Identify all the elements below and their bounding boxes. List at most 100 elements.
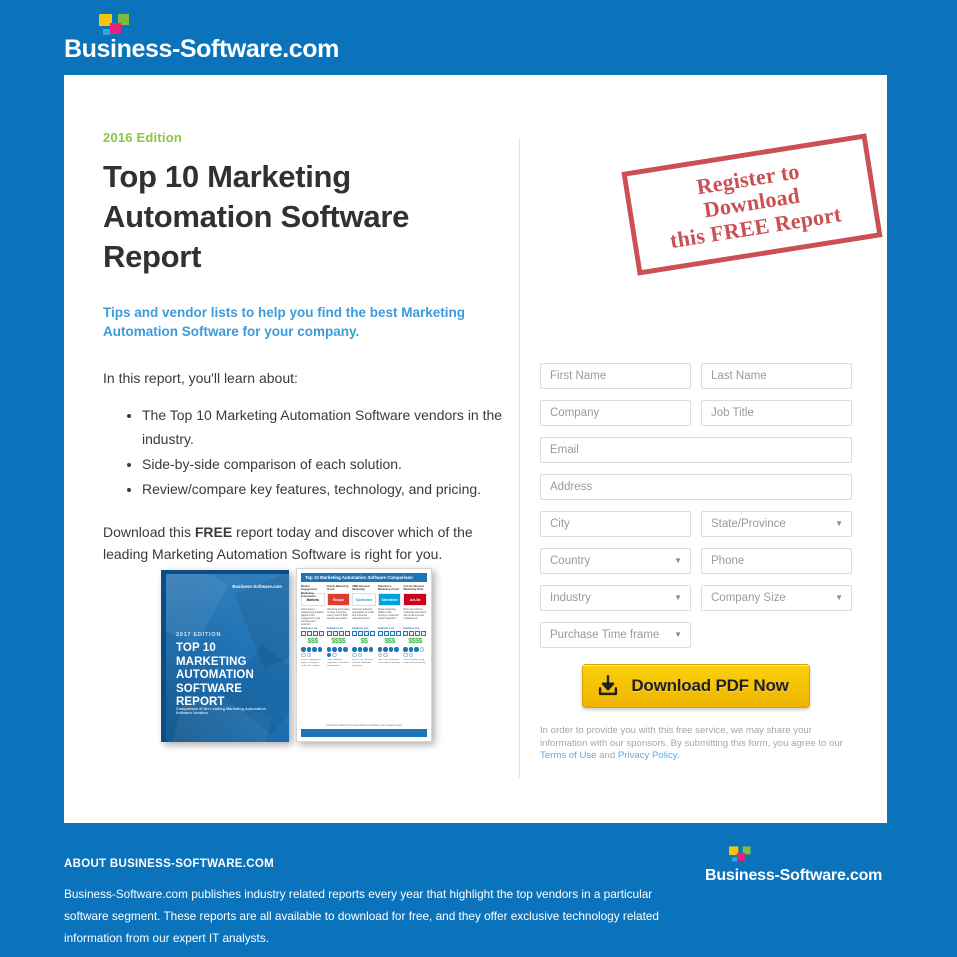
industry-select[interactable]: Industry ▼ [540, 585, 691, 611]
chart-desc: All-in-one inbound marketing automation … [403, 608, 427, 620]
chart-note: Deep enterprise integrations, advanced s… [326, 659, 349, 667]
site-logo-text[interactable]: Business-Software.com [64, 35, 464, 64]
legal-text: In order to provide you with this free s… [540, 725, 843, 749]
main-card: 2016 Edition Top 10 Marketing Automation… [64, 75, 887, 823]
edition-eyebrow: 2016 Edition [103, 130, 182, 145]
learn-list: The Top 10 Marketing Automation Software… [103, 403, 503, 501]
chart-category: SMB Inbound Marketing [352, 585, 370, 592]
chart-desc: Digital marketing platform with journeys… [377, 608, 399, 620]
logo-square-blue-icon [103, 29, 110, 35]
chart-price: $$ [360, 638, 368, 645]
privacy-policy-link[interactable]: Privacy Policy [618, 750, 677, 761]
chart-grid: Market Engagement Marketing Automation M… [297, 582, 431, 679]
chart-price: $$$ [384, 638, 395, 645]
chart-column: SMB Inbound Marketing Spotonline Inbound… [352, 585, 376, 679]
chart-column: Oracle Marketing Cloud Eloqua Marketing … [326, 585, 351, 679]
chart-price: $$$ [307, 638, 319, 645]
chart-category: Market Engagement Marketing Automation [301, 585, 318, 599]
chart-column: Market Engagement Marketing Automation M… [301, 585, 325, 679]
chart-column: Salesforce Marketing Cloud Salesforce Di… [377, 585, 402, 679]
footer-body: Business-Software.com publishes industry… [64, 887, 659, 945]
email-field[interactable]: Email [540, 437, 852, 463]
cover-subtitle: Comparison of the Leading Marketing Auto… [176, 707, 266, 715]
chart-price: $$$$ [331, 638, 346, 645]
hero-column: 2016 Edition Top 10 Marketing Automation… [103, 130, 503, 565]
purchase-time-frame-value: Purchase Time frame [550, 629, 660, 641]
legal-disclaimer: In order to provide you with this free s… [540, 725, 852, 763]
page-title: Top 10 Marketing Automation Software Rep… [103, 159, 410, 274]
chart-desc: Inbound marketing automation for small a… [352, 608, 374, 620]
list-item: The Top 10 Marketing Automation Software… [142, 403, 503, 451]
cover-edition: 2017 EDITION [176, 632, 222, 638]
closing-strong: FREE [194, 524, 233, 540]
form-row: Company Job Title [540, 400, 852, 426]
hero-lead: In this report, you'll learn about: [103, 370, 298, 386]
register-stamp-icon: Register to Download this FREE Report [621, 133, 883, 276]
footer-about-block: ABOUT BUSINESS-SOFTWARE.COM Business-Sof… [64, 858, 694, 949]
chart-label: Features List [403, 627, 420, 630]
job-title-field[interactable]: Job Title [701, 400, 852, 426]
state-province-select[interactable]: State/Province ▼ [701, 511, 852, 537]
first-name-field[interactable]: First Name [540, 363, 691, 389]
purchase-time-frame-select[interactable]: Purchase Time frame ▼ [540, 622, 691, 648]
registration-form: First Name Last Name Company Job Title E… [540, 363, 852, 772]
country-select[interactable]: Country ▼ [540, 548, 691, 574]
form-row: City State/Province ▼ [540, 511, 852, 537]
report-cover-image: Business-Software.com 2017 EDITION TOP 1… [161, 570, 289, 742]
chevron-down-icon: ▼ [674, 556, 682, 565]
vendor-logo: Eloqua [326, 593, 351, 606]
chart-note: Tight CRM integration, cross-channel jou… [377, 659, 401, 664]
chart-desc: Cloud based marketing automation platfor… [301, 608, 324, 625]
download-icon [599, 675, 618, 696]
submit-row: Download PDF Now [540, 664, 852, 708]
country-value: Country [550, 555, 591, 567]
chart-label: Features List [352, 627, 369, 630]
company-field[interactable]: Company [540, 400, 691, 426]
footer-logo-text: Business-Software.com [705, 867, 883, 884]
chart-label: Features List [326, 627, 343, 630]
legal-middle: and [596, 750, 618, 761]
chart-desc: Marketing automation for large enterpris… [326, 608, 350, 620]
chart-category: Act-On Inbound Marketing Suite [403, 585, 424, 592]
vendor-logo: Salesforce [377, 593, 402, 606]
hero-closing: Download this FREE report today and disc… [103, 521, 503, 565]
logo-square-magenta-icon [736, 852, 745, 861]
company-size-value: Company Size [711, 592, 786, 604]
chart-price: $$$$ [408, 638, 423, 645]
form-row: Email [540, 437, 852, 463]
cover-title: TOP 10 MARKETING AUTOMATION SOFTWARE REP… [176, 642, 254, 708]
vendor-logo: Spotonline [352, 593, 376, 606]
download-pdf-button[interactable]: Download PDF Now [582, 664, 810, 708]
last-name-field[interactable]: Last Name [701, 363, 852, 389]
form-row: Purchase Time frame ▼ [540, 622, 852, 648]
chart-label: Features List [377, 627, 394, 630]
footer-logo[interactable]: Business-Software.com [705, 845, 905, 885]
company-size-select[interactable]: Company Size ▼ [701, 585, 852, 611]
chart-note: Robust engagement engine, enterprise sca… [301, 659, 321, 667]
stamp-column: Register to Download this FREE Report [540, 130, 883, 290]
city-field[interactable]: City [540, 511, 691, 537]
comparison-chart-image: Top 10 Marketing Automation Software Com… [296, 568, 432, 742]
chart-column: Act-On Inbound Marketing Suite Act-On Al… [403, 585, 427, 679]
industry-value: Industry [550, 592, 591, 604]
site-header: Business-Software.com [64, 12, 464, 70]
terms-of-use-link[interactable]: Terms of Use [540, 750, 597, 761]
legal-end: . [676, 750, 680, 761]
phone-field[interactable]: Phone [701, 548, 852, 574]
address-field[interactable]: Address [540, 474, 852, 500]
chevron-down-icon: ▼ [674, 593, 682, 602]
chart-category: Oracle Marketing Cloud [326, 585, 349, 592]
list-item: Side-by-side comparison of each solution… [142, 452, 503, 476]
list-item: Review/compare key features, technology,… [142, 477, 503, 501]
closing-before: Download this [103, 524, 195, 540]
chart-note: Fast to deploy, strong email and lead sc… [403, 659, 426, 664]
chart-note: Easy to use, inbound focused, affordable… [352, 659, 373, 667]
site-footer: ABOUT BUSINESS-SOFTWARE.COM Business-Sof… [0, 823, 957, 957]
hero-subtitle: Tips and vendor lists to help you find t… [103, 305, 466, 339]
chart-title: Top 10 Marketing Automation Software Com… [301, 573, 427, 582]
state-province-value: State/Province [711, 518, 786, 530]
logo-square-magenta-icon [110, 23, 121, 34]
report-preview-images: Business-Software.com 2017 EDITION TOP 1… [161, 568, 436, 746]
logo-square-blue-icon [731, 857, 737, 862]
footer-logo-squares-icon [729, 845, 756, 862]
